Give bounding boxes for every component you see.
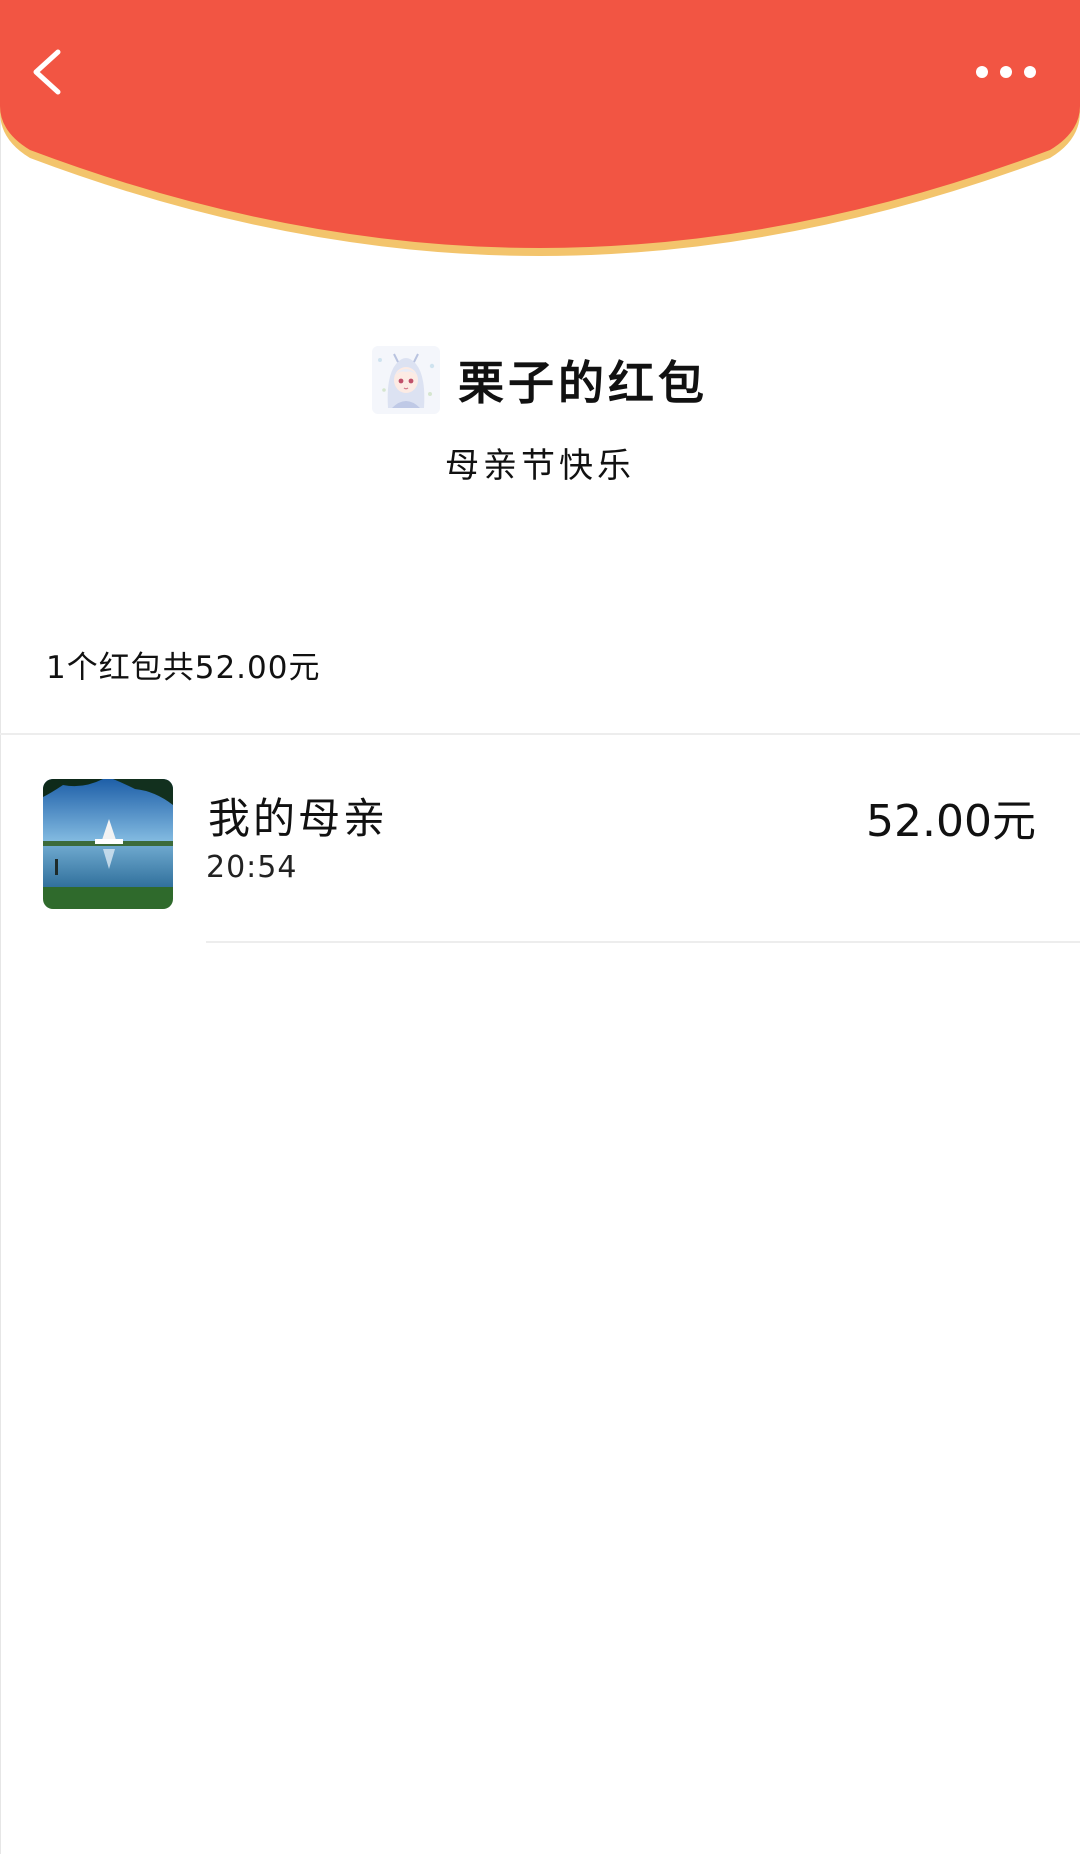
lake-temple-photo-avatar-icon [43, 779, 173, 909]
back-chevron-icon [33, 49, 61, 95]
claim-amount: 52.00元 [866, 796, 1036, 847]
back-button[interactable] [22, 40, 86, 104]
greeting-message: 母亲节快乐 [445, 446, 635, 486]
anime-girl-avatar-icon [372, 346, 440, 414]
sender-row: 栗子的红包 [0, 340, 1080, 420]
claimer-name: 我的母亲 [208, 794, 389, 843]
packet-summary: 1个红包共52.00元 [46, 650, 321, 686]
red-packet-detail-page: { "colors": { "header_red": "#F25543", "… [0, 0, 1080, 1854]
more-dots-icon [976, 66, 1036, 78]
claimer-avatar[interactable] [43, 779, 173, 909]
red-packet-header [0, 0, 1080, 270]
row-divider [206, 941, 1080, 943]
claim-list-item[interactable]: 我的母亲 20:54 52.00元 [0, 735, 1080, 943]
header-background [0, 0, 1080, 256]
claim-time: 20:54 [206, 850, 298, 885]
sender-title: 栗子的红包 [458, 356, 708, 410]
more-options-button[interactable] [966, 40, 1046, 104]
sender-avatar[interactable] [372, 346, 440, 414]
